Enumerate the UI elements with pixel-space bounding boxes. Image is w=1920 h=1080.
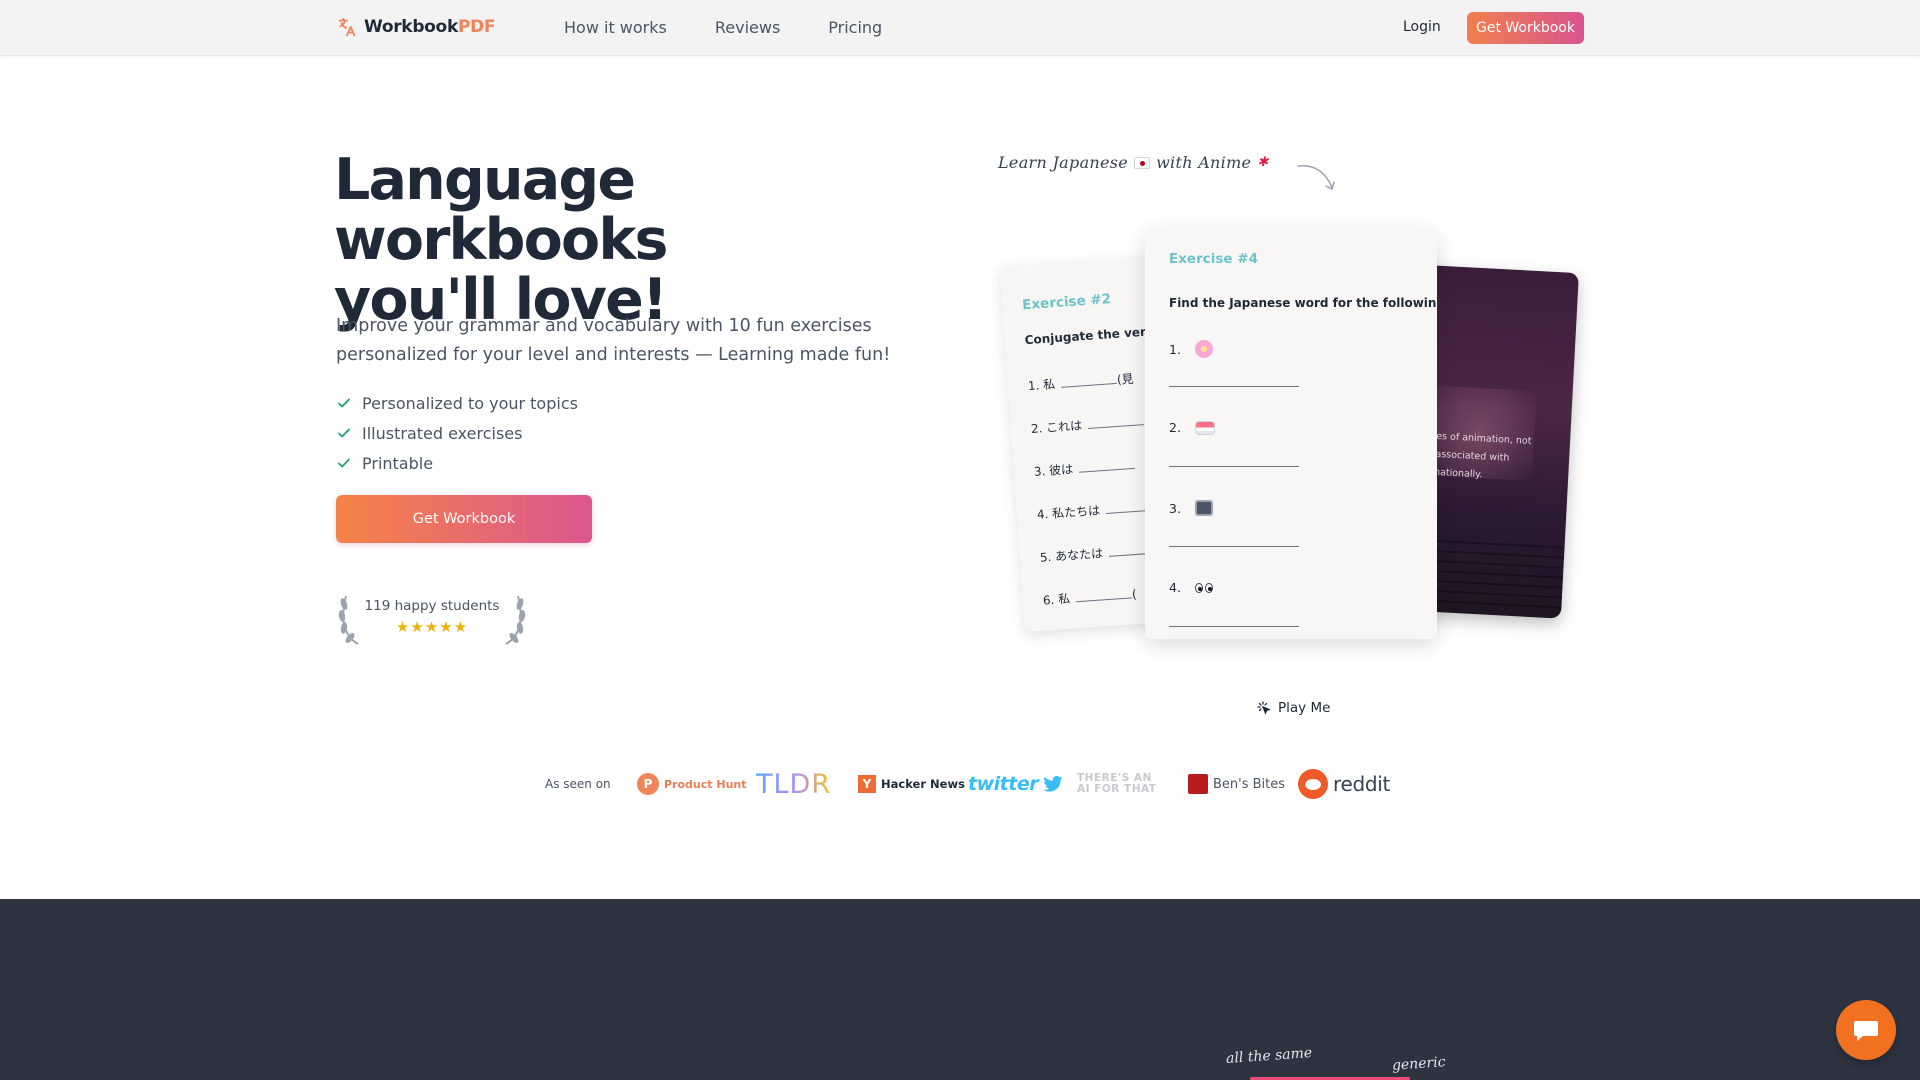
exercise-question: 4. [1169,580,1213,595]
reddit-icon [1298,769,1328,799]
exercise-4-card[interactable]: Exercise #4 Find the Japanese word for t… [1145,228,1437,639]
hacker-news-logo[interactable]: Y Hacker News [858,768,965,800]
chat-bubble-icon [1854,1021,1878,1041]
exercise-question: 3. [1169,500,1213,516]
logo[interactable]: WorkbookPDF [336,16,496,38]
sushi-icon [1194,420,1215,435]
theres-an-ai-for-that-logo[interactable]: THERE'S AN AI FOR THAT [1077,768,1156,800]
chat-button[interactable] [1836,1000,1896,1060]
logo-text: WorkbookPDF [364,17,496,37]
reddit-logo[interactable]: reddit [1298,768,1390,800]
japan-flag-icon [1134,156,1151,169]
twitter-logo[interactable]: twitter [968,768,1063,800]
feature-list: Personalized to your topics Illustrated … [336,388,578,478]
exercise-instruction: Conjugate the verb i [1024,323,1164,348]
nav-link-how-it-works[interactable]: How it works [564,18,667,37]
check-icon [338,428,350,438]
nav-link-pricing[interactable]: Pricing [828,18,882,37]
exercise-item: 6. 私( [1042,587,1138,608]
check-icon [338,398,350,408]
exercise-item: 2. これは [1030,412,1145,437]
fan-icon: ✱ [1257,155,1269,170]
curved-arrow-icon [1297,164,1335,191]
nav-link-reviews[interactable]: Reviews [715,18,780,37]
twitter-bird-icon [1043,776,1063,792]
login-link[interactable]: Login [1403,19,1441,35]
nav-get-workbook-button[interactable]: Get Workbook [1467,12,1584,44]
exercise-label: Exercise #2 [1021,291,1112,314]
exercise-item: 1. 私 (見 [1027,371,1135,394]
handwritten-note: all the same [1225,1045,1313,1067]
top-navbar: WorkbookPDF How it works Reviews Pricing… [0,0,1920,56]
bens-bites-logo[interactable]: Ben's Bites [1188,768,1285,800]
translate-icon [338,17,356,37]
rating-badge: 119 happy students ★★★★★ [336,590,528,646]
product-hunt-icon: P [637,773,659,795]
hero-get-workbook-button[interactable]: Get Workbook [336,495,592,543]
feature-item: Illustrated exercises [336,418,578,448]
play-me-button[interactable]: Play Me [1256,700,1330,716]
as-seen-on-label: As seen on [545,777,611,791]
click-sparkle-icon [1257,701,1271,715]
exercise-instruction: Find the Japanese word for the following… [1169,296,1437,310]
product-hunt-logo[interactable]: P Product Hunt [637,768,746,800]
dark-section: all the same generic [0,899,1920,1080]
handwritten-tagline: Learn Japanese with Anime ✱ [998,153,1269,172]
exercise-label: Exercise #4 [1169,251,1258,267]
hero-subtitle: Improve your grammar and vocabulary with… [336,316,891,365]
television-icon [1194,500,1213,516]
cherry-blossom-icon [1194,340,1213,358]
eyes-icon [1194,582,1213,593]
bens-bites-icon [1188,774,1208,794]
exercise-question: 2. [1169,420,1215,435]
tldr-logo[interactable]: TLDR [756,768,831,800]
check-icon [338,458,350,468]
feature-item: Personalized to your topics [336,388,578,418]
hacker-news-icon: Y [858,775,876,793]
handwritten-note: generic [1391,1054,1447,1074]
exercise-item: 3. 彼は [1033,456,1136,480]
exercise-item: 4. 私たちは [1036,497,1163,523]
exercise-question: 1. [1169,340,1213,358]
feature-item: Printable [336,448,578,478]
nav-links: How it works Reviews Pricing [564,18,882,37]
hero-title: Language workbooks you'll love! [334,147,668,333]
laurel-right-icon [505,595,526,645]
